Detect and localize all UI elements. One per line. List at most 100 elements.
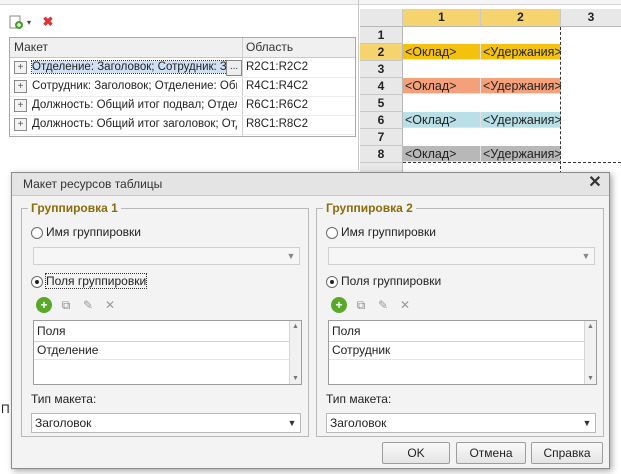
group1-layout-type-select[interactable]: Заголовок ▼ — [31, 413, 301, 433]
layout-cell[interactable]: Отделение: Заголовок; Сотрудник: Заголов… — [31, 60, 238, 74]
delete-x-icon[interactable]: ✕ — [397, 297, 413, 313]
chevron-down-icon[interactable]: ▾ — [25, 13, 33, 31]
table-header: Макет Область — [10, 38, 355, 58]
corner-cell[interactable] — [360, 9, 403, 27]
group2-radio-fields[interactable] — [326, 276, 338, 288]
area-cell[interactable]: R8C1:R8C2 — [246, 118, 308, 130]
row-header-2[interactable]: 2 — [360, 44, 403, 61]
row-header-6[interactable]: 6 — [360, 112, 403, 129]
group2-layout-type-value: Заголовок — [330, 416, 387, 430]
group1-fields-grid: Поля Отделение ▲ ▼ — [33, 320, 302, 385]
group1-layout-type-label: Тип макета: — [31, 392, 97, 406]
group2-title: Группировка 2 — [323, 201, 416, 215]
row-header-5[interactable]: 5 — [360, 95, 403, 112]
expand-plus-icon[interactable]: + — [14, 99, 27, 112]
dialog-titlebar[interactable]: Макет ресурсов таблицы ✕ — [12, 173, 609, 196]
page-break-line — [560, 27, 561, 174]
page-break-line — [403, 162, 621, 163]
group2-radio-name[interactable] — [326, 227, 338, 239]
group1-radio-fields[interactable] — [31, 276, 43, 288]
cell-r6c2[interactable]: <Удержания> — [481, 112, 562, 128]
group1-title: Группировка 1 — [28, 201, 121, 215]
group2-panel: Группировка 2 Имя группировки ▼ Поля гру… — [316, 201, 604, 437]
scrollbar[interactable]: ▲ ▼ — [584, 321, 596, 384]
group1-radio-name[interactable] — [31, 227, 43, 239]
col-header-2[interactable]: 2 — [481, 9, 561, 27]
top-window-strip — [0, 0, 621, 5]
area-cell[interactable]: R2C1:R2C2 — [246, 61, 308, 73]
group1-fields-toolbar: + ⧉ ✎ ✕ — [36, 297, 124, 313]
help-button[interactable]: Справка — [531, 442, 603, 464]
red-x-icon[interactable]: ✖ — [40, 13, 56, 31]
scroll-down-icon[interactable]: ▼ — [290, 373, 301, 384]
resource-layout-dialog: Макет ресурсов таблицы ✕ Группировка 1 И… — [11, 172, 610, 469]
chevron-down-icon: ▼ — [581, 251, 591, 261]
table-row[interactable]: + Должность: Общий итог заголовок; Отдел… — [10, 115, 355, 135]
list-item[interactable]: Сотрудник — [329, 341, 584, 360]
delete-x-icon[interactable]: ✕ — [102, 297, 118, 313]
cell-r4c2[interactable]: <Удержания> — [481, 78, 562, 94]
cell-r8c2[interactable]: <Удержания> — [481, 146, 562, 162]
row-header-7[interactable]: 7 — [360, 129, 403, 146]
expand-plus-icon[interactable]: + — [14, 80, 27, 93]
col-header-3[interactable]: 3 — [561, 9, 621, 27]
row-header-8[interactable]: 8 — [360, 146, 403, 163]
spreadsheet[interactable]: 1 2 3 1 2 3 4 5 6 7 8 <Оклад> <Удержания… — [360, 9, 621, 175]
scroll-down-icon[interactable]: ▼ — [585, 373, 596, 384]
group1-radio-name-label[interactable]: Имя группировки — [46, 225, 141, 239]
layout-cell[interactable]: Сотрудник: Заголовок; Отделение: Общий и… — [32, 80, 237, 92]
side-label: П — [1, 402, 10, 416]
group1-name-combo: ▼ — [33, 247, 300, 265]
layout-cell[interactable]: Должность: Общий итог заголовок; Отделен… — [32, 118, 237, 130]
dialog-title: Макет ресурсов таблицы — [23, 177, 163, 191]
pencil-icon[interactable]: ✎ — [375, 297, 391, 313]
group2-layout-type-select[interactable]: Заголовок ▼ — [326, 413, 596, 433]
chevron-down-icon: ▼ — [286, 251, 296, 261]
scroll-up-icon[interactable]: ▲ — [585, 321, 596, 332]
col-area-header[interactable]: Область — [246, 40, 293, 54]
add-plus-icon[interactable] — [8, 13, 24, 31]
table-row[interactable]: + Отделение: Заголовок; Сотрудник: Загол… — [10, 58, 355, 78]
expand-plus-icon[interactable]: + — [14, 61, 27, 74]
add-copy-icon[interactable]: ⧉ — [58, 297, 74, 313]
group2-radio-name-label[interactable]: Имя группировки — [341, 225, 436, 239]
row-header-4[interactable]: 4 — [360, 78, 403, 95]
group2-layout-type-label: Тип макета: — [326, 392, 392, 406]
cell-r6c1[interactable]: <Оклад> — [403, 112, 481, 128]
add-copy-icon[interactable]: ⧉ — [353, 297, 369, 313]
list-item[interactable]: Отделение — [34, 341, 289, 360]
cancel-button[interactable]: Отмена — [456, 442, 526, 464]
col-header-1[interactable]: 1 — [403, 9, 481, 27]
add-field-icon[interactable]: + — [331, 297, 347, 313]
row-header-1[interactable]: 1 — [360, 27, 403, 44]
ok-button[interactable]: OK — [382, 442, 450, 464]
ellipsis-button[interactable]: ... — [226, 60, 242, 76]
cell-r2c2[interactable]: <Удержания> — [481, 44, 562, 60]
cell-r8c1[interactable]: <Оклад> — [403, 146, 481, 162]
group2-fields-grid: Поля Сотрудник ▲ ▼ — [328, 320, 597, 385]
row-header-3[interactable]: 3 — [360, 61, 403, 78]
cell-r2c1[interactable]: <Оклад> — [403, 44, 481, 60]
fields-column-header[interactable]: Поля — [34, 321, 289, 342]
add-field-icon[interactable]: + — [36, 297, 52, 313]
pencil-icon[interactable]: ✎ — [80, 297, 96, 313]
cell-r4c1[interactable]: <Оклад> — [403, 78, 481, 94]
scroll-up-icon[interactable]: ▲ — [290, 321, 301, 332]
group1-panel: Группировка 1 Имя группировки ▼ Поля гру… — [21, 201, 309, 437]
pane-divider[interactable] — [358, 0, 359, 170]
fields-column-header[interactable]: Поля — [329, 321, 584, 342]
close-x-icon[interactable]: ✕ — [587, 175, 603, 191]
scrollbar[interactable]: ▲ ▼ — [289, 321, 301, 384]
area-cell[interactable]: R6C1:R6C2 — [246, 99, 308, 111]
area-cell[interactable]: R4C1:R4C2 — [246, 80, 308, 92]
chevron-down-icon[interactable]: ▼ — [284, 414, 300, 432]
group2-radio-fields-label[interactable]: Поля группировки — [341, 274, 441, 288]
group2-name-combo: ▼ — [328, 247, 595, 265]
layout-cell[interactable]: Должность: Общий итог подвал; Отделение — [32, 99, 237, 111]
expand-plus-icon[interactable]: + — [14, 118, 27, 131]
chevron-down-icon[interactable]: ▼ — [579, 414, 595, 432]
col-layout-header[interactable]: Макет — [14, 40, 48, 54]
table-row[interactable]: + Сотрудник: Заголовок; Отделение: Общий… — [10, 77, 355, 97]
group1-radio-fields-label[interactable]: Поля группировки — [44, 273, 148, 289]
table-row[interactable]: + Должность: Общий итог подвал; Отделени… — [10, 96, 355, 116]
